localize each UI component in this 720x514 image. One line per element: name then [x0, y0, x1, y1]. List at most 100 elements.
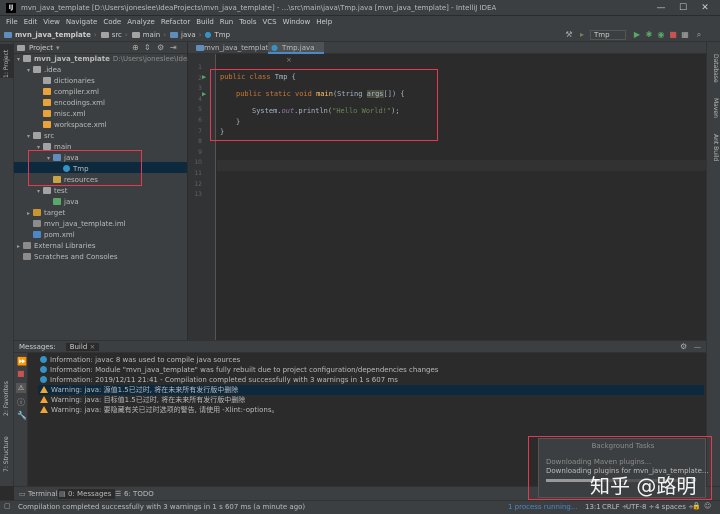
tree-item-compiler-xml[interactable]: compiler.xml: [37, 87, 99, 98]
todo-tab[interactable]: ☰ 6: TODO: [114, 489, 154, 499]
menu-code[interactable]: Code: [103, 18, 121, 26]
close-button[interactable]: ✕: [698, 2, 712, 14]
process-indicator[interactable]: 1 process running...: [508, 503, 578, 511]
lock-icon[interactable]: 🔒: [692, 502, 701, 510]
tree-item-dictionaries[interactable]: dictionaries: [37, 76, 95, 87]
structure-tool-tab[interactable]: 7: Structure: [3, 436, 10, 472]
status-icon[interactable]: ▢: [4, 502, 11, 510]
info-filter-icon[interactable]: ⓘ: [17, 397, 25, 408]
breadcrumb-main[interactable]: main: [143, 31, 161, 39]
ant-build-tool-tab[interactable]: Ant Build: [712, 134, 719, 161]
run-configuration-select[interactable]: Tmp: [590, 30, 626, 40]
tree-item-encodings-xml[interactable]: encodings.xml: [37, 98, 105, 109]
collapse-all-icon[interactable]: ⇕: [144, 43, 151, 52]
tab-tmp-java[interactable]: ● Tmp.java ×: [268, 42, 324, 64]
message-row[interactable]: Information: javac 8 was used to compile…: [40, 355, 240, 365]
gear-icon[interactable]: ⚙: [680, 342, 687, 351]
coverage-icon[interactable]: ◉: [656, 30, 666, 40]
menu-view[interactable]: View: [43, 18, 60, 26]
terminal-tab[interactable]: ▭ Terminal: [18, 489, 58, 499]
warning-filter-icon[interactable]: ⚠: [16, 383, 26, 393]
folder-icon: [33, 66, 41, 73]
menu-vcs[interactable]: VCS: [262, 18, 276, 26]
app-icon: IJ: [6, 2, 16, 13]
menu-navigate[interactable]: Navigate: [66, 18, 97, 26]
stop-icon[interactable]: ■: [668, 30, 678, 40]
caret-position[interactable]: 13:1: [585, 503, 601, 511]
stop-icon[interactable]: ■: [17, 369, 25, 378]
project-view-selector[interactable]: Project: [29, 44, 53, 52]
maven-tool-tab[interactable]: Maven: [712, 98, 719, 118]
build-hammer-icon[interactable]: ⚒: [564, 30, 574, 40]
search-icon[interactable]: ⌕: [694, 30, 704, 40]
tree-item-pom-xml[interactable]: pom.xml: [27, 230, 75, 241]
line-separator[interactable]: CRLF ÷: [602, 503, 628, 511]
menu-tools[interactable]: Tools: [239, 18, 256, 26]
messages-tab[interactable]: ▤ 0: Messages: [58, 489, 116, 499]
scratch-icon: [23, 253, 31, 260]
line-number: 12: [194, 180, 202, 188]
message-row[interactable]: Warning: java: 要隐藏有关已过时选项的警告, 请使用 -Xlint…: [40, 405, 278, 415]
debug-icon[interactable]: ✱: [644, 30, 654, 40]
hide-panel-icon[interactable]: ⇥: [170, 43, 177, 52]
run-main-gutter-icon[interactable]: ▶: [202, 89, 206, 100]
menu-build[interactable]: Build: [196, 18, 214, 26]
breadcrumb-src[interactable]: src: [112, 31, 122, 39]
line-number: 3: [198, 85, 202, 93]
tree-item-src[interactable]: ▾ src: [27, 131, 54, 142]
message-row[interactable]: Information: Module "mvn_java_template" …: [40, 365, 438, 375]
project-tool-tab[interactable]: 1: Project: [3, 50, 10, 78]
menu-run[interactable]: Run: [220, 18, 233, 26]
menu-refactor[interactable]: Refactor: [161, 18, 190, 26]
project-structure-icon[interactable]: ▦: [680, 30, 690, 40]
close-tab-icon[interactable]: ×: [90, 343, 96, 351]
file-encoding[interactable]: UTF-8 ÷: [626, 503, 655, 511]
message-row[interactable]: Information: 2019/12/11 21:41 - Compilat…: [40, 375, 398, 385]
tree-item-workspace-xml[interactable]: workspace.xml: [37, 120, 107, 131]
favorites-tool-tab[interactable]: 2: Favorites: [3, 381, 10, 416]
message-text: Information: javac 8 was used to compile…: [50, 356, 241, 364]
menu-help[interactable]: Help: [316, 18, 332, 26]
tree-item-scratches-and-consoles[interactable]: Scratches and Consoles: [17, 252, 118, 263]
tab-mvn-java-template[interactable]: mvn_java_template: [190, 42, 273, 54]
menu-window[interactable]: Window: [283, 18, 311, 26]
database-tool-tab[interactable]: Database: [712, 54, 719, 83]
gear-icon[interactable]: ⚙: [157, 43, 164, 52]
rerun-icon[interactable]: ⏩: [17, 357, 27, 366]
status-message[interactable]: Compilation completed successfully with …: [18, 503, 305, 511]
minimize-panel-icon[interactable]: —: [694, 343, 701, 351]
chevron-down-icon[interactable]: ▾: [56, 44, 60, 52]
menu-analyze[interactable]: Analyze: [127, 18, 155, 26]
message-row[interactable]: Warning: java: 源值1.5已过时, 将在未来所有发行版中删除: [38, 385, 704, 395]
line-number: 2: [198, 74, 202, 82]
run-icon[interactable]: ▶: [632, 30, 642, 40]
tree-item-test[interactable]: ▾ test: [37, 186, 67, 197]
message-text: Information: 2019/12/11 21:41 - Compilat…: [50, 376, 398, 384]
minimize-button[interactable]: —: [654, 2, 668, 14]
event-log-icon[interactable]: ☺: [704, 502, 711, 510]
class-icon: ●: [204, 30, 212, 39]
run-class-gutter-icon[interactable]: ▶: [202, 72, 206, 83]
tree-item-misc-xml[interactable]: misc.xml: [37, 109, 85, 120]
tree-item-target[interactable]: ▸ target: [27, 208, 65, 219]
menu-edit[interactable]: Edit: [24, 18, 38, 26]
wrench-icon[interactable]: 🔧: [17, 411, 27, 420]
todo-icon: ☰: [115, 490, 122, 498]
maximize-button[interactable]: ☐: [676, 2, 690, 14]
folder-icon: [43, 187, 51, 194]
close-tab-icon[interactable]: ×: [286, 56, 292, 64]
message-row[interactable]: Warning: java: 目标值1.5已过时, 将在未来所有发行版中删除: [40, 395, 245, 405]
current-line-highlight: [217, 160, 706, 171]
tree-item--idea[interactable]: ▾ .idea: [27, 65, 61, 76]
breadcrumb-tmp[interactable]: Tmp: [215, 31, 231, 39]
breadcrumb-project[interactable]: mvn_java_template: [15, 31, 91, 39]
tree-item-java[interactable]: java: [47, 197, 79, 208]
tab-build[interactable]: Build ×: [65, 342, 100, 351]
tree-item-mvn-java-template-iml[interactable]: mvn_java_template.iml: [27, 219, 126, 230]
tree-item-label: mvn_java_template: [34, 55, 110, 63]
tree-item-external-libraries[interactable]: ▸ External Libraries: [17, 241, 96, 252]
breadcrumb-java[interactable]: java: [181, 31, 196, 39]
indent-setting[interactable]: 4 spaces ÷: [655, 503, 694, 511]
menu-file[interactable]: File: [6, 18, 18, 26]
locate-icon[interactable]: ⊕: [132, 43, 139, 52]
